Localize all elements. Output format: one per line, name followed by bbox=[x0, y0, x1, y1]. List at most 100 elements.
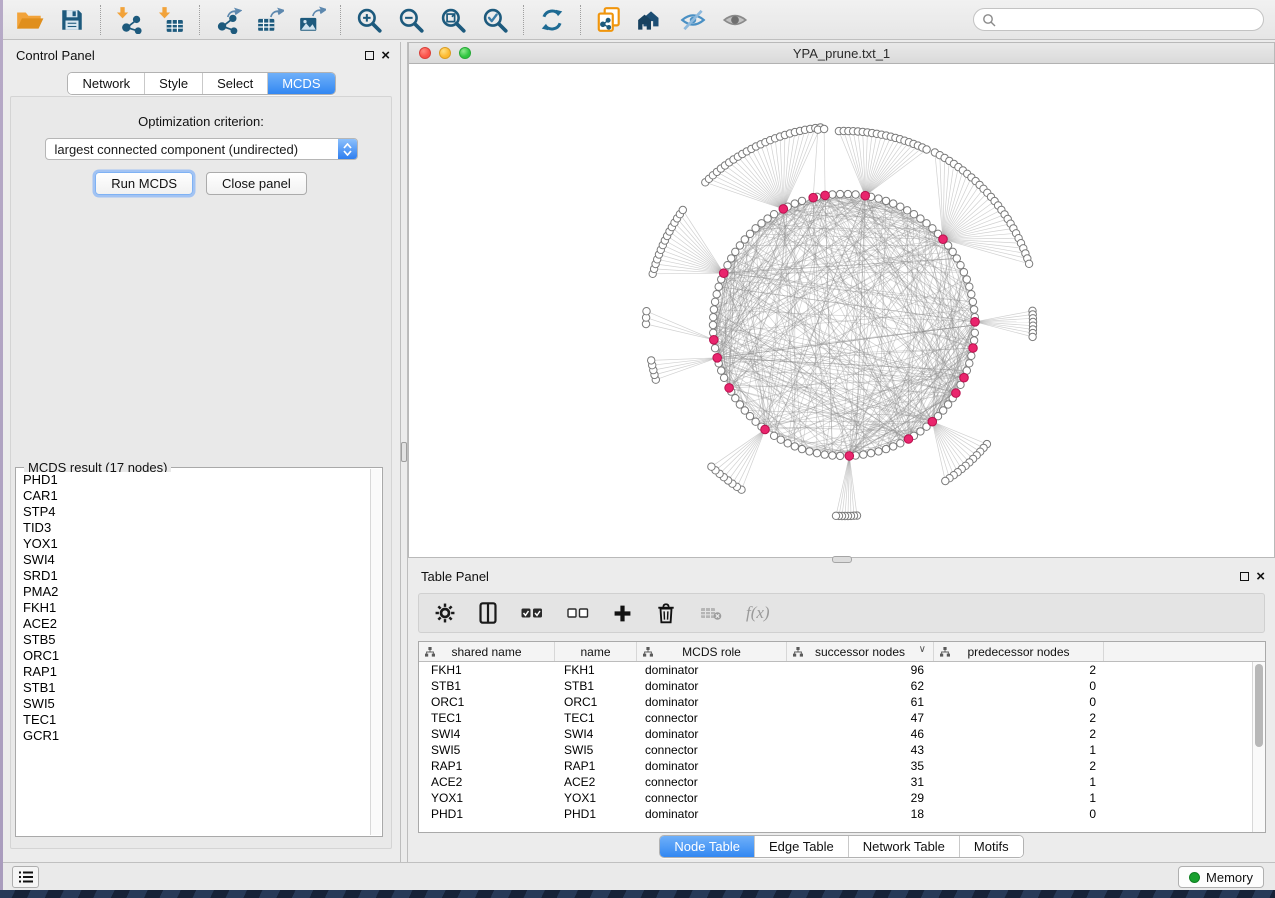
hide-selected-button[interactable] bbox=[672, 2, 714, 38]
cell-name: PHD1 bbox=[555, 806, 637, 822]
open-file-button[interactable] bbox=[9, 2, 51, 38]
first-neighbors-button[interactable] bbox=[630, 2, 672, 38]
search-input[interactable] bbox=[996, 13, 1255, 27]
run-mcds-button[interactable]: Run MCDS bbox=[95, 172, 193, 195]
close-panel-button[interactable]: Close panel bbox=[206, 172, 307, 195]
cell-MCDS-role: dominator bbox=[637, 806, 787, 822]
refresh-icon bbox=[538, 6, 566, 34]
mcds-result-item[interactable]: RAP1 bbox=[17, 664, 370, 680]
mcds-result-item[interactable]: STB1 bbox=[17, 680, 370, 696]
cell-predecessor-nodes: 2 bbox=[934, 710, 1104, 726]
tab-select[interactable]: Select bbox=[202, 73, 267, 94]
delete-columns-button[interactable] bbox=[656, 602, 676, 624]
table-row[interactable]: ORC1ORC1dominator610 bbox=[419, 694, 1252, 710]
zoom-in-button[interactable] bbox=[348, 2, 390, 38]
close-panel-icon-button[interactable]: × bbox=[1256, 572, 1265, 581]
task-history-button[interactable] bbox=[12, 866, 39, 888]
column-header-predecessor-nodes[interactable]: predecessor nodes bbox=[934, 642, 1104, 661]
mcds-result-item[interactable]: SWI4 bbox=[17, 552, 370, 568]
close-window-icon[interactable] bbox=[419, 47, 431, 59]
plus-icon bbox=[613, 604, 632, 623]
mcds-list-scrollbar[interactable] bbox=[370, 469, 381, 835]
gear-icon bbox=[435, 603, 455, 623]
eye-icon bbox=[721, 6, 749, 34]
zoom-out-button[interactable] bbox=[390, 2, 432, 38]
zoom-fit-button[interactable] bbox=[432, 2, 474, 38]
float-panel-button[interactable] bbox=[1240, 572, 1249, 581]
mcds-result-item[interactable]: SWI5 bbox=[17, 696, 370, 712]
column-header-successor-nodes[interactable]: successor nodes∨ bbox=[787, 642, 934, 661]
table-settings-button[interactable] bbox=[435, 603, 455, 623]
tab-mcds[interactable]: MCDS bbox=[267, 73, 334, 94]
mcds-result-item[interactable]: ORC1 bbox=[17, 648, 370, 664]
refresh-button[interactable] bbox=[531, 2, 573, 38]
select-all-button[interactable] bbox=[521, 607, 543, 619]
toolbar-separator bbox=[523, 5, 524, 35]
table-row[interactable]: YOX1YOX1connector291 bbox=[419, 790, 1252, 806]
criterion-select[interactable]: largest connected component (undirected) bbox=[45, 138, 358, 160]
import-table-button[interactable] bbox=[150, 2, 192, 38]
column-header-shared-name[interactable]: shared name bbox=[419, 642, 555, 661]
import-network-icon bbox=[115, 6, 143, 34]
table-scrollbar[interactable] bbox=[1252, 662, 1265, 832]
memory-button[interactable]: Memory bbox=[1178, 866, 1264, 888]
show-all-button[interactable] bbox=[714, 2, 756, 38]
network-view-titlebar: YPA_prune.txt_1 bbox=[409, 43, 1274, 64]
mcds-result-item[interactable]: GCR1 bbox=[17, 728, 370, 744]
table-row[interactable]: PHD1PHD1dominator180 bbox=[419, 806, 1252, 822]
cell-name: ACE2 bbox=[555, 774, 637, 790]
unselect-all-button[interactable] bbox=[567, 607, 589, 619]
mcds-result-item[interactable]: FKH1 bbox=[17, 600, 370, 616]
float-panel-button[interactable] bbox=[365, 51, 374, 60]
table-row[interactable]: SWI4SWI4dominator462 bbox=[419, 726, 1252, 742]
mcds-result-item[interactable]: PMA2 bbox=[17, 584, 370, 600]
delete-table-button-disabled bbox=[700, 605, 722, 621]
tab-network[interactable]: Network bbox=[68, 73, 144, 94]
close-panel-icon-button[interactable]: × bbox=[381, 51, 390, 60]
cell-predecessor-nodes: 2 bbox=[934, 726, 1104, 742]
tab-motifs[interactable]: Motifs bbox=[959, 836, 1023, 857]
mcds-result-item[interactable]: YOX1 bbox=[17, 536, 370, 552]
tab-edge-table[interactable]: Edge Table bbox=[754, 836, 848, 857]
save-session-button[interactable] bbox=[51, 2, 93, 38]
mcds-result-item[interactable]: TEC1 bbox=[17, 712, 370, 728]
minimize-window-icon[interactable] bbox=[439, 47, 451, 59]
table-row[interactable]: FKH1FKH1dominator962 bbox=[419, 662, 1252, 678]
export-network-button[interactable] bbox=[207, 2, 249, 38]
table-row[interactable]: STB1STB1dominator620 bbox=[419, 678, 1252, 694]
mcds-result-item[interactable]: TID3 bbox=[17, 520, 370, 536]
mcds-result-item[interactable]: ACE2 bbox=[17, 616, 370, 632]
export-table-button[interactable] bbox=[249, 2, 291, 38]
mcds-result-item[interactable]: SRD1 bbox=[17, 568, 370, 584]
table-row[interactable]: SWI5SWI5connector431 bbox=[419, 742, 1252, 758]
zoom-out-icon bbox=[397, 6, 425, 34]
copy-network-button[interactable] bbox=[588, 2, 630, 38]
tab-node-table[interactable]: Node Table bbox=[660, 836, 754, 857]
cell-predecessor-nodes: 0 bbox=[934, 678, 1104, 694]
column-header-MCDS-role[interactable]: MCDS role bbox=[637, 642, 787, 661]
table-row[interactable]: ACE2ACE2connector311 bbox=[419, 774, 1252, 790]
show-columns-button[interactable] bbox=[479, 602, 497, 624]
table-row[interactable]: TEC1TEC1connector472 bbox=[419, 710, 1252, 726]
maximize-window-icon[interactable] bbox=[459, 47, 471, 59]
column-header-name[interactable]: name bbox=[555, 642, 637, 661]
add-column-button[interactable] bbox=[613, 604, 632, 623]
control-panel-tabbar: NetworkStyleSelectMCDS bbox=[3, 72, 400, 95]
tab-style[interactable]: Style bbox=[144, 73, 202, 94]
network-canvas[interactable] bbox=[409, 64, 1274, 557]
zoom-fit-icon bbox=[439, 6, 467, 34]
mcds-result-item[interactable]: STB5 bbox=[17, 632, 370, 648]
mcds-result-item[interactable]: PHD1 bbox=[17, 472, 370, 488]
tab-network-table[interactable]: Network Table bbox=[848, 836, 959, 857]
import-network-button[interactable] bbox=[108, 2, 150, 38]
vertical-splitter[interactable] bbox=[400, 42, 408, 862]
export-image-button[interactable] bbox=[291, 2, 333, 38]
table-row[interactable]: RAP1RAP1dominator352 bbox=[419, 758, 1252, 774]
search-box[interactable] bbox=[973, 8, 1264, 31]
scrollbar-thumb[interactable] bbox=[1255, 664, 1263, 747]
mcds-result-item[interactable]: STP4 bbox=[17, 504, 370, 520]
cell-MCDS-role: dominator bbox=[637, 694, 787, 710]
zoom-selected-button[interactable] bbox=[474, 2, 516, 38]
export-table-icon bbox=[256, 6, 284, 34]
mcds-result-item[interactable]: CAR1 bbox=[17, 488, 370, 504]
